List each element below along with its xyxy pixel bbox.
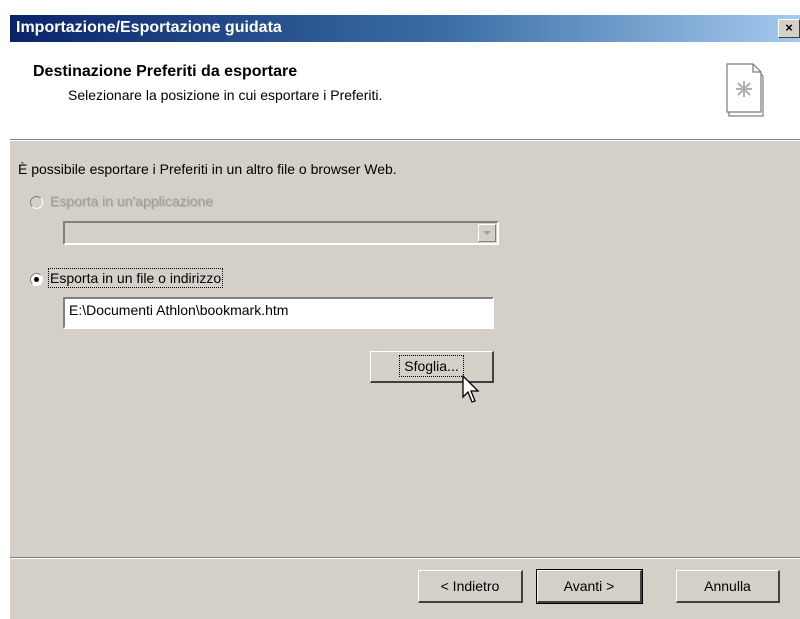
export-path-input[interactable]: E:\Documenti Athlon\bookmark.htm [63, 297, 494, 329]
next-button[interactable]: Avanti > [536, 569, 643, 604]
dropdown-button[interactable] [478, 224, 496, 242]
close-icon: × [785, 20, 793, 35]
close-button[interactable]: × [778, 19, 800, 38]
export-app-radio[interactable] [30, 196, 43, 209]
mouse-cursor-icon [462, 375, 480, 403]
intro-text: È possibile esportare i Preferiti in un … [18, 161, 397, 177]
export-file-radio[interactable] [30, 273, 43, 286]
radio-dot [34, 277, 39, 282]
back-button[interactable]: < Indietro [418, 570, 523, 603]
wizard-dialog: Importazione/Esportazione guidata × Dest… [10, 15, 800, 619]
wizard-document-icon [726, 63, 764, 117]
header-panel: Destinazione Preferiti da esportare Sele… [10, 42, 800, 139]
window-title: Importazione/Esportazione guidata [16, 19, 282, 36]
title-bar[interactable]: Importazione/Esportazione guidata × [10, 15, 800, 42]
application-select[interactable] [63, 221, 499, 245]
export-file-label[interactable]: Esporta in un file o indirizzo [47, 268, 224, 288]
chevron-down-icon [483, 231, 491, 235]
export-app-label[interactable]: Esporta in un'applicazione [50, 193, 213, 209]
cancel-button[interactable]: Annulla [676, 570, 780, 603]
page-title: Destinazione Preferiti da esportare [33, 63, 298, 80]
page-subtitle: Selezionare la posizione in cui esportar… [68, 87, 383, 103]
header-separator [10, 139, 800, 141]
footer-separator [10, 557, 800, 559]
